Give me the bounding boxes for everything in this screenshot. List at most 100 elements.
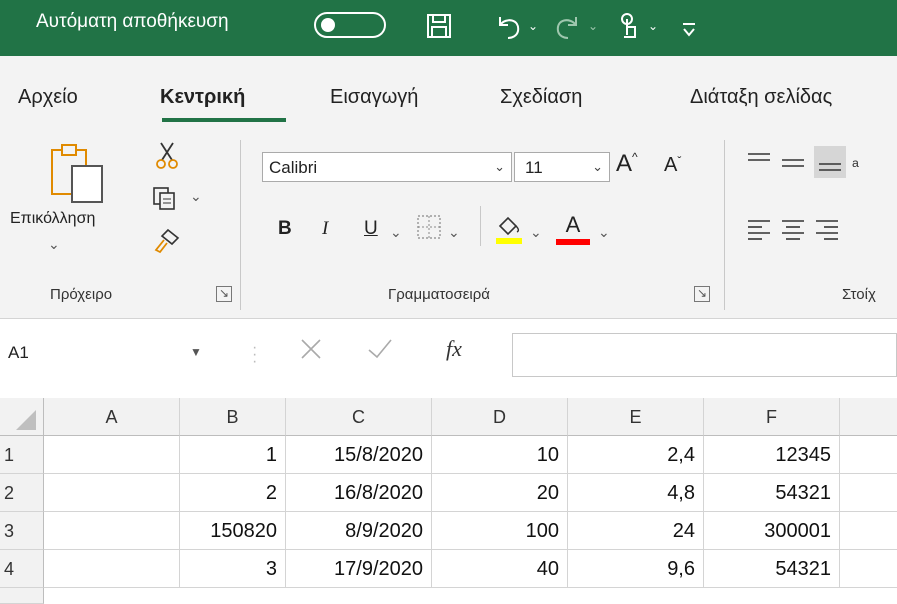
cell-f3[interactable]: 300001 — [704, 512, 840, 550]
column-header-g[interactable] — [840, 398, 897, 436]
divider — [480, 206, 481, 246]
cell-g2[interactable] — [840, 474, 897, 512]
formula-input[interactable] — [512, 333, 897, 377]
cell-f1[interactable]: 12345 — [704, 436, 840, 474]
cell-d1[interactable]: 10 — [432, 436, 568, 474]
autosave-label: Αυτόματη αποθήκευση — [36, 11, 229, 32]
row-header-3[interactable]: 3 — [0, 512, 44, 550]
cell-e4[interactable]: 9,6 — [568, 550, 704, 588]
tab-design[interactable]: Σχεδίαση — [500, 86, 582, 109]
font-name-value: Calibri — [269, 158, 318, 177]
tab-insert[interactable]: Εισαγωγή — [330, 86, 418, 109]
row-header-2[interactable]: 2 — [0, 474, 44, 512]
row-header-4[interactable]: 4 — [0, 550, 44, 588]
group-separator — [240, 140, 241, 310]
cell-b4[interactable]: 3 — [180, 550, 286, 588]
row-header-5[interactable] — [0, 588, 44, 604]
font-dialog-launcher-icon[interactable]: ↘ — [694, 286, 710, 302]
copy-icon[interactable] — [152, 186, 178, 218]
cell-b3[interactable]: 150820 — [180, 512, 286, 550]
customize-qat-icon[interactable] — [680, 10, 698, 50]
underline-dropdown-icon[interactable]: ⌄ — [390, 224, 402, 241]
tab-page-layout[interactable]: Διάταξη σελίδας — [690, 86, 832, 109]
column-header-c[interactable]: C — [286, 398, 432, 436]
cell-a1[interactable] — [44, 436, 180, 474]
cell-g1[interactable] — [840, 436, 897, 474]
borders-dropdown-icon[interactable]: ⌄ — [448, 224, 460, 241]
fill-color-dropdown-icon[interactable]: ⌄ — [530, 224, 542, 241]
align-top-icon[interactable] — [746, 150, 772, 177]
autosave-toggle[interactable] — [314, 12, 386, 38]
cell-a4[interactable] — [44, 550, 180, 588]
copy-dropdown-icon[interactable]: ⌄ — [190, 188, 202, 205]
cell-b2[interactable]: 2 — [180, 474, 286, 512]
format-painter-icon[interactable] — [152, 228, 180, 260]
orientation-icon[interactable]: ₐ — [852, 150, 859, 171]
font-size-select[interactable]: 11 ⌄ — [514, 152, 610, 182]
save-icon[interactable] — [424, 6, 454, 46]
cell-d4[interactable]: 40 — [432, 550, 568, 588]
toggle-knob — [321, 18, 335, 32]
chevron-down-icon: ⌄ — [592, 159, 603, 174]
cut-icon[interactable] — [156, 140, 178, 176]
underline-button[interactable]: U — [364, 218, 378, 240]
tab-file[interactable]: Αρχείο — [18, 86, 78, 109]
font-color-dropdown-icon[interactable]: ⌄ — [598, 224, 610, 241]
cell-c4[interactable]: 17/9/2020 — [286, 550, 432, 588]
cell-d3[interactable]: 100 — [432, 512, 568, 550]
cell-f4[interactable]: 54321 — [704, 550, 840, 588]
insert-function-button[interactable]: fx — [446, 336, 462, 362]
fill-color-icon[interactable] — [494, 212, 524, 251]
align-center-icon[interactable] — [780, 218, 806, 245]
tab-home[interactable]: Κεντρική — [160, 86, 245, 109]
shrink-font-button[interactable]: Aˇ — [664, 154, 681, 177]
row-header-1[interactable]: 1 — [0, 436, 44, 474]
borders-icon[interactable] — [416, 214, 442, 245]
cell-c3[interactable]: 8/9/2020 — [286, 512, 432, 550]
cell-a2[interactable] — [44, 474, 180, 512]
cell-c1[interactable]: 15/8/2020 — [286, 436, 432, 474]
cell-d2[interactable]: 20 — [432, 474, 568, 512]
cell-g3[interactable] — [840, 512, 897, 550]
paste-button-label[interactable]: Επικόλληση — [10, 210, 95, 228]
cell-g4[interactable] — [840, 550, 897, 588]
cancel-icon[interactable] — [298, 336, 324, 367]
chevron-down-icon: ▼ — [190, 345, 202, 359]
bold-button[interactable]: B — [278, 218, 292, 240]
touch-mode-icon[interactable]: ⌄ — [616, 6, 658, 46]
undo-icon[interactable]: ⌄ — [492, 6, 538, 46]
active-tab-indicator — [162, 118, 286, 122]
align-left-icon[interactable] — [746, 218, 772, 245]
paste-dropdown-icon[interactable]: ⌄ — [48, 236, 60, 253]
chevron-down-icon: ⌄ — [494, 159, 505, 174]
font-name-select[interactable]: Calibri ⌄ — [262, 152, 512, 182]
name-box-value: A1 — [8, 343, 29, 362]
column-header-b[interactable]: B — [180, 398, 286, 436]
font-color-button[interactable]: A — [556, 212, 590, 245]
column-header-a[interactable]: A — [44, 398, 180, 436]
cell-f2[interactable]: 54321 — [704, 474, 840, 512]
column-header-e[interactable]: E — [568, 398, 704, 436]
italic-button[interactable]: I — [322, 218, 328, 240]
cell-e2[interactable]: 4,8 — [568, 474, 704, 512]
align-right-icon[interactable] — [814, 218, 840, 245]
cell-e1[interactable]: 2,4 — [568, 436, 704, 474]
align-bottom-icon[interactable] — [814, 146, 846, 178]
redo-icon[interactable]: ⌄ — [552, 6, 598, 46]
column-header-d[interactable]: D — [432, 398, 568, 436]
paste-icon[interactable] — [48, 142, 108, 211]
name-box[interactable]: A1 ▼ — [0, 333, 228, 375]
cell-c2[interactable]: 16/8/2020 — [286, 474, 432, 512]
cell-b1[interactable]: 1 — [180, 436, 286, 474]
enter-icon[interactable] — [366, 336, 394, 367]
group-separator — [724, 140, 725, 310]
font-color-swatch — [556, 239, 590, 245]
cell-e3[interactable]: 24 — [568, 512, 704, 550]
align-middle-icon[interactable] — [780, 152, 806, 179]
clipboard-dialog-launcher-icon[interactable]: ↘ — [216, 286, 232, 302]
font-size-value: 11 — [525, 158, 543, 177]
grow-font-button[interactable]: A^ — [616, 150, 638, 178]
column-header-f[interactable]: F — [704, 398, 840, 436]
select-all-button[interactable] — [0, 398, 44, 436]
cell-a3[interactable] — [44, 512, 180, 550]
